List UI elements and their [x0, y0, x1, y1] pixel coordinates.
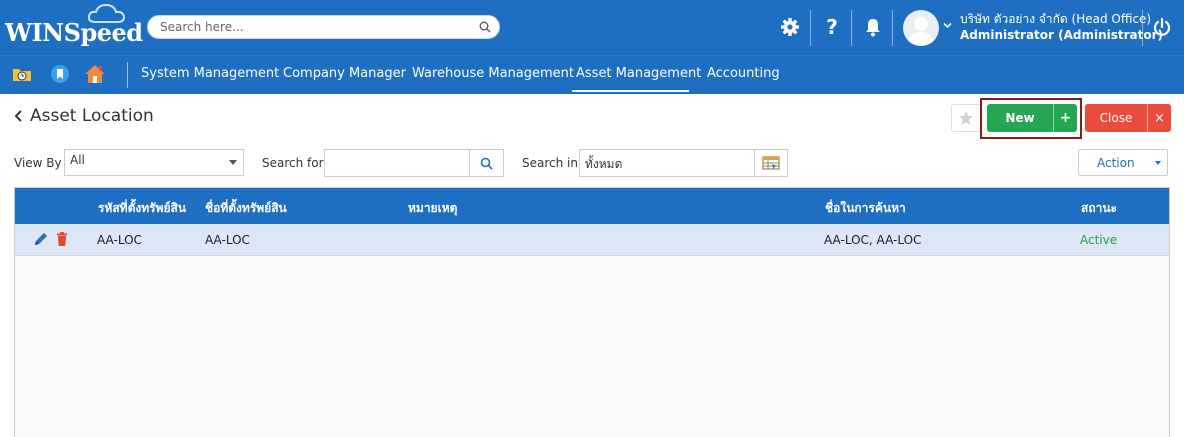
view-by-label: View By — [14, 156, 62, 170]
search-for-label: Search for — [262, 156, 324, 170]
action-dropdown[interactable]: Action — [1078, 149, 1168, 176]
folder-clock-icon[interactable] — [12, 64, 32, 84]
top-header: WINSpeed ? — [0, 0, 1184, 55]
search-in-value: ทั้งหมด — [585, 157, 623, 171]
nav-item-warehouse-management[interactable]: Warehouse Management — [412, 66, 574, 81]
cell-location-name: AA-LOC — [205, 233, 250, 247]
close-button[interactable]: Close × — [1085, 104, 1171, 132]
col-header-status[interactable]: สถานะ — [1081, 199, 1117, 218]
delete-icon[interactable] — [54, 231, 70, 247]
search-icon — [480, 157, 493, 170]
nav-item-asset-management[interactable]: Asset Management — [576, 66, 701, 81]
user-name: Administrator (Administrator) — [960, 28, 1164, 42]
new-button[interactable]: New + — [987, 104, 1077, 132]
bell-icon[interactable] — [860, 14, 886, 40]
help-glyph: ? — [826, 15, 838, 39]
gear-icon[interactable] — [777, 14, 803, 40]
search-in-label: Search in — [522, 156, 578, 170]
col-header-location-name[interactable]: ชื่อที่ตั้งทรัพย์สิน — [205, 199, 287, 218]
view-by-value: All — [70, 153, 85, 167]
cell-status: Active — [1080, 233, 1118, 247]
global-search[interactable] — [147, 15, 500, 39]
home-icon[interactable] — [84, 63, 106, 85]
page-title: Asset Location — [14, 106, 154, 126]
table-header: รหัสที่ตั้งทรัพย์สิน ชื่อที่ตั้งทรัพย์สิ… — [15, 188, 1169, 224]
cell-search-name: AA-LOC, AA-LOC — [824, 233, 922, 247]
nav-item-system-management[interactable]: System Management — [141, 66, 279, 81]
app-logo[interactable]: WINSpeed — [5, 3, 143, 47]
col-header-location-code[interactable]: รหัสที่ตั้งทรัพย์สิน — [98, 199, 186, 218]
action-label: Action — [1097, 156, 1135, 170]
nav-divider — [127, 62, 128, 88]
global-search-input[interactable] — [160, 19, 460, 35]
caret-down-icon — [229, 160, 237, 165]
active-tab-indicator — [572, 90, 689, 92]
bookmark-icon[interactable] — [50, 64, 70, 84]
header-divider — [810, 10, 811, 46]
table-row[interactable]: AA-LOC AA-LOC AA-LOC, AA-LOC Active — [15, 224, 1169, 256]
user-company: บริษัท ตัวอย่าง จำกัด (Head Office) — [960, 12, 1152, 26]
star-icon — [959, 111, 973, 125]
chevron-down-icon[interactable] — [943, 22, 952, 29]
help-icon[interactable]: ? — [819, 14, 845, 40]
user-info[interactable]: บริษัท ตัวอย่าง จำกัด (Head Office) Admi… — [960, 11, 1163, 43]
close-icon[interactable]: × — [1147, 104, 1171, 132]
cell-location-code: AA-LOC — [97, 233, 142, 247]
new-button-label: New — [1005, 111, 1035, 125]
favorite-button[interactable] — [951, 104, 981, 132]
col-header-remark[interactable]: หมายเหตุ — [408, 199, 457, 218]
header-divider — [892, 10, 893, 46]
user-avatar[interactable] — [903, 10, 939, 46]
caret-down-icon — [1155, 161, 1161, 165]
power-icon[interactable] — [1149, 14, 1175, 40]
header-divider — [1142, 10, 1143, 46]
nav-item-accounting[interactable]: Accounting — [707, 66, 780, 81]
main-nav: System Management Company Manager Wareho… — [0, 55, 1184, 94]
table-picker-icon — [762, 156, 780, 170]
column-picker-button[interactable] — [754, 150, 787, 176]
search-for-input[interactable] — [325, 150, 470, 176]
search-for-field[interactable] — [324, 149, 504, 177]
plus-icon[interactable]: + — [1053, 104, 1077, 132]
search-icon[interactable] — [479, 21, 491, 33]
header-divider — [851, 10, 852, 46]
cloud-icon — [87, 3, 126, 23]
data-table: รหัสที่ตั้งทรัพย์สิน ชื่อที่ตั้งทรัพย์สิ… — [14, 187, 1170, 437]
view-by-select[interactable]: All — [64, 149, 244, 176]
nav-item-company-manager[interactable]: Company Manager — [283, 66, 406, 81]
back-chevron-icon[interactable] — [14, 109, 24, 123]
search-button[interactable] — [469, 150, 503, 176]
edit-icon[interactable] — [33, 231, 49, 247]
search-in-field[interactable]: ทั้งหมด — [579, 149, 788, 177]
col-header-search-name[interactable]: ชื่อในการค้นหา — [825, 199, 906, 218]
page-title-text: Asset Location — [30, 106, 154, 126]
close-button-label: Close — [1099, 111, 1133, 125]
